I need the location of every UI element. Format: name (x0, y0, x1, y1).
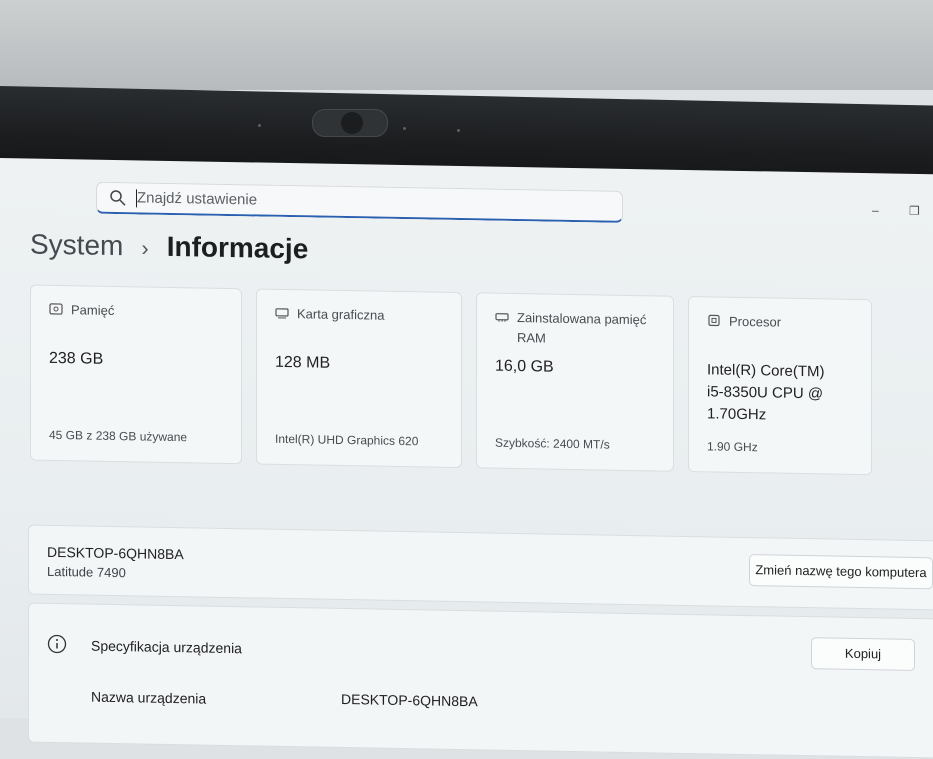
spec-row-label: Nazwa urządzenia (91, 689, 206, 707)
processor-value: Intel(R) Core(TM) i5-8350U CPU @ 1.70GHz (707, 359, 837, 427)
settings-window: Znajdź ustawienie – ❐ System › Informacj… (0, 158, 933, 734)
ram-label: Zainstalowana pamięć RAM (517, 308, 657, 350)
search-icon (109, 189, 127, 207)
page-title: Informacje (167, 231, 309, 265)
graphics-model: Intel(R) UHD Graphics 620 (275, 432, 418, 449)
ram-speed: Szybkość: 2400 MT/s (495, 436, 610, 452)
ram-icon (495, 311, 509, 323)
processor-card[interactable]: Procesor Intel(R) Core(TM) i5-8350U CPU … (688, 296, 872, 475)
bezel-sensor (403, 127, 406, 130)
copy-button[interactable]: Kopiuj (811, 637, 915, 671)
graphics-label: Karta graficzna (297, 304, 384, 326)
search-input[interactable]: Znajdź ustawienie (96, 182, 623, 223)
processor-speed: 1.90 GHz (707, 439, 758, 454)
specs-title: Specyfikacja urządzenia (91, 638, 242, 657)
graphics-card[interactable]: Karta graficzna 128 MB Intel(R) UHD Grap… (256, 288, 462, 468)
bezel-sensor (258, 124, 261, 127)
background-wall (0, 0, 933, 90)
rename-pc-button[interactable]: Zmień nazwę tego komputera (749, 554, 933, 589)
chevron-right-icon: › (141, 235, 148, 261)
info-icon (47, 634, 67, 654)
processor-icon (707, 314, 721, 326)
storage-card[interactable]: Pamięć 238 GB 45 GB z 238 GB używane (30, 285, 242, 465)
restore-button[interactable]: ❐ (909, 204, 920, 218)
device-specifications-section[interactable]: Specyfikacja urządzenia Kopiuj Nazwa urz… (28, 602, 933, 758)
breadcrumb: System › Informacje (30, 229, 308, 266)
device-name: DESKTOP-6QHN8BA (47, 544, 184, 562)
bezel-sensor (457, 129, 460, 132)
device-model: Latitude 7490 (47, 564, 126, 580)
webcam-privacy-shutter (312, 109, 388, 137)
storage-icon (49, 303, 63, 315)
storage-value: 238 GB (49, 348, 103, 371)
spec-row-value: DESKTOP-6QHN8BA (341, 691, 478, 709)
graphics-card-icon (275, 307, 289, 319)
processor-label: Procesor (729, 312, 781, 333)
storage-label: Pamięć (71, 300, 114, 321)
device-name-card: DESKTOP-6QHN8BA Latitude 7490 Zmień nazw… (28, 524, 933, 610)
breadcrumb-system[interactable]: System (30, 229, 123, 263)
ram-card[interactable]: Zainstalowana pamięć RAM 16,0 GB Szybkoś… (476, 292, 674, 471)
ram-value: 16,0 GB (495, 356, 554, 379)
graphics-value: 128 MB (275, 352, 330, 375)
storage-usage: 45 GB z 238 GB używane (49, 428, 187, 444)
search-placeholder: Znajdź ustawienie (137, 189, 257, 208)
minimize-button[interactable]: – (872, 203, 879, 217)
